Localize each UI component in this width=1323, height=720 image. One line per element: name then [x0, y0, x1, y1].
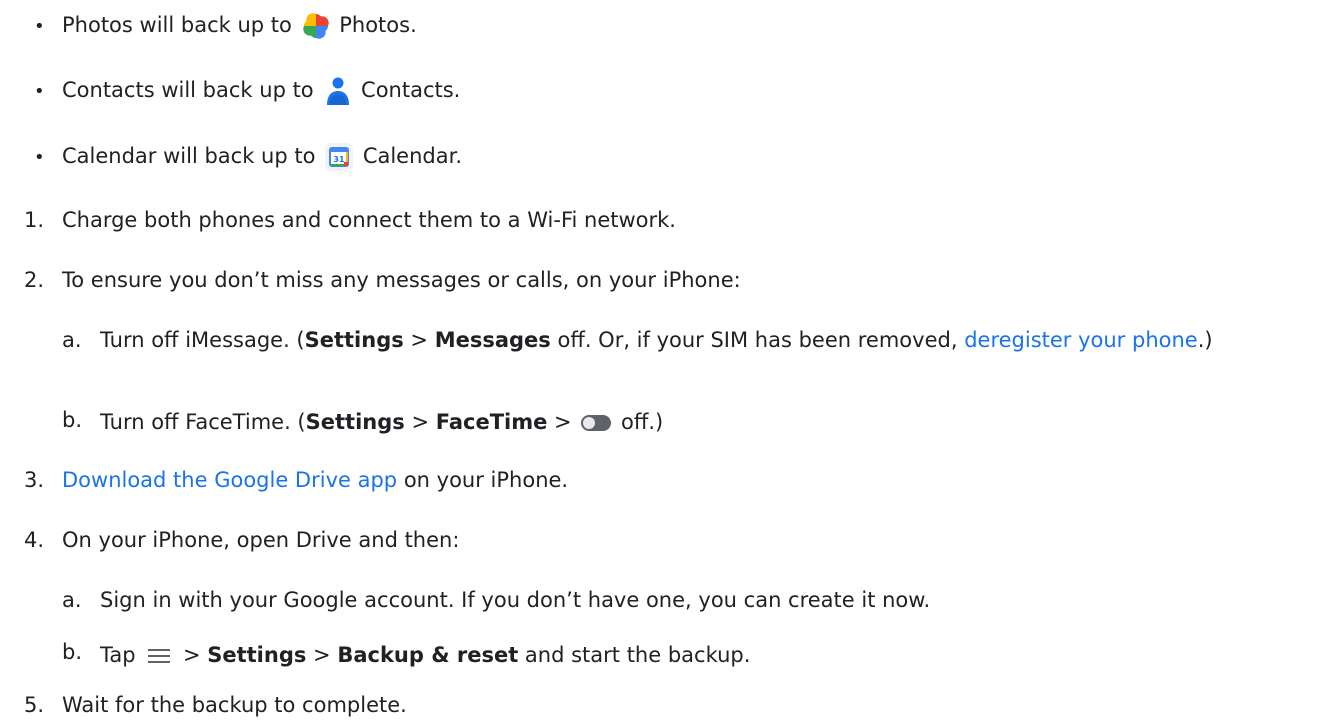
step-number: 1.	[24, 208, 45, 232]
calendar-day-text: 31	[334, 155, 346, 164]
substep-4b: Tap > Settings > Backup & reset and star…	[100, 640, 750, 670]
deregister-phone-link[interactable]: deregister your phone	[964, 328, 1198, 352]
facetime-label: FaceTime	[435, 410, 548, 434]
substep-text: Turn off FaceTime. (	[100, 410, 306, 434]
backup-reset-label: Backup & reset	[337, 643, 519, 667]
step-number: 4.	[24, 528, 45, 552]
separator: >	[313, 643, 331, 667]
substep-letter: b.	[62, 408, 83, 432]
step-5: Wait for the backup to complete.	[62, 693, 407, 717]
step-2: To ensure you don’t miss any messages or…	[62, 268, 741, 292]
backup-instructions: • Photos will back up to Photos. • Conta…	[0, 0, 1323, 717]
menu-icon	[148, 649, 171, 663]
bullet-text: Calendar will back up to	[62, 144, 316, 168]
substep-2b: Turn off FaceTime. (Settings > FaceTime …	[100, 407, 663, 437]
bullet-contacts: Contacts will back up to Contacts.	[62, 75, 460, 106]
substep-text: Turn off iMessage. (	[100, 328, 305, 352]
settings-label: Settings	[304, 328, 404, 352]
substep-text: .)	[1197, 328, 1213, 352]
bullet-calendar: Calendar will back up to 31 Calendar.	[62, 141, 462, 172]
bullet-marker: •	[34, 147, 45, 168]
settings-label: Settings	[207, 643, 307, 667]
bullet-marker: •	[34, 16, 45, 37]
settings-label: Settings	[305, 410, 405, 434]
step-4: On your iPhone, open Drive and then:	[62, 528, 460, 552]
bullet-marker: •	[34, 81, 45, 102]
separator: >	[554, 410, 572, 434]
messages-label: Messages	[434, 328, 551, 352]
download-drive-app-link[interactable]: Download the Google Drive app	[62, 468, 397, 492]
step-number: 3.	[24, 468, 45, 492]
step-3: Download the Google Drive app on your iP…	[62, 465, 568, 495]
step-number: 5.	[24, 693, 45, 717]
bullet-photos: Photos will back up to Photos.	[62, 10, 417, 40]
substep-2a: Turn off iMessage. (Settings > Messages …	[100, 325, 1315, 355]
substep-letter: b.	[62, 640, 83, 664]
step-text: on your iPhone.	[403, 468, 569, 492]
bullet-text-after: Calendar.	[362, 144, 462, 168]
google-photos-icon	[301, 13, 331, 39]
substep-letter: a.	[62, 588, 82, 612]
separator: >	[182, 643, 201, 667]
substep-letter: a.	[62, 328, 82, 352]
toggle-switch-icon	[581, 415, 612, 431]
separator: >	[410, 328, 429, 352]
bullet-text: Contacts will back up to	[62, 78, 314, 102]
substep-text: Tap	[100, 643, 136, 667]
google-contacts-icon	[322, 76, 352, 106]
substep-text: off. Or, if your SIM has been removed,	[557, 328, 958, 352]
substep-text: off.)	[621, 410, 664, 434]
substep-text: and start the backup.	[524, 643, 751, 667]
google-calendar-icon: 31	[324, 142, 354, 172]
bullet-text-after: Contacts.	[361, 78, 461, 102]
step-1: Charge both phones and connect them to a…	[62, 208, 676, 232]
separator: >	[411, 410, 430, 434]
bullet-text: Photos will back up to	[62, 13, 292, 37]
bullet-text-after: Photos.	[339, 13, 417, 37]
step-number: 2.	[24, 268, 45, 292]
substep-4a: Sign in with your Google account. If you…	[100, 588, 931, 612]
